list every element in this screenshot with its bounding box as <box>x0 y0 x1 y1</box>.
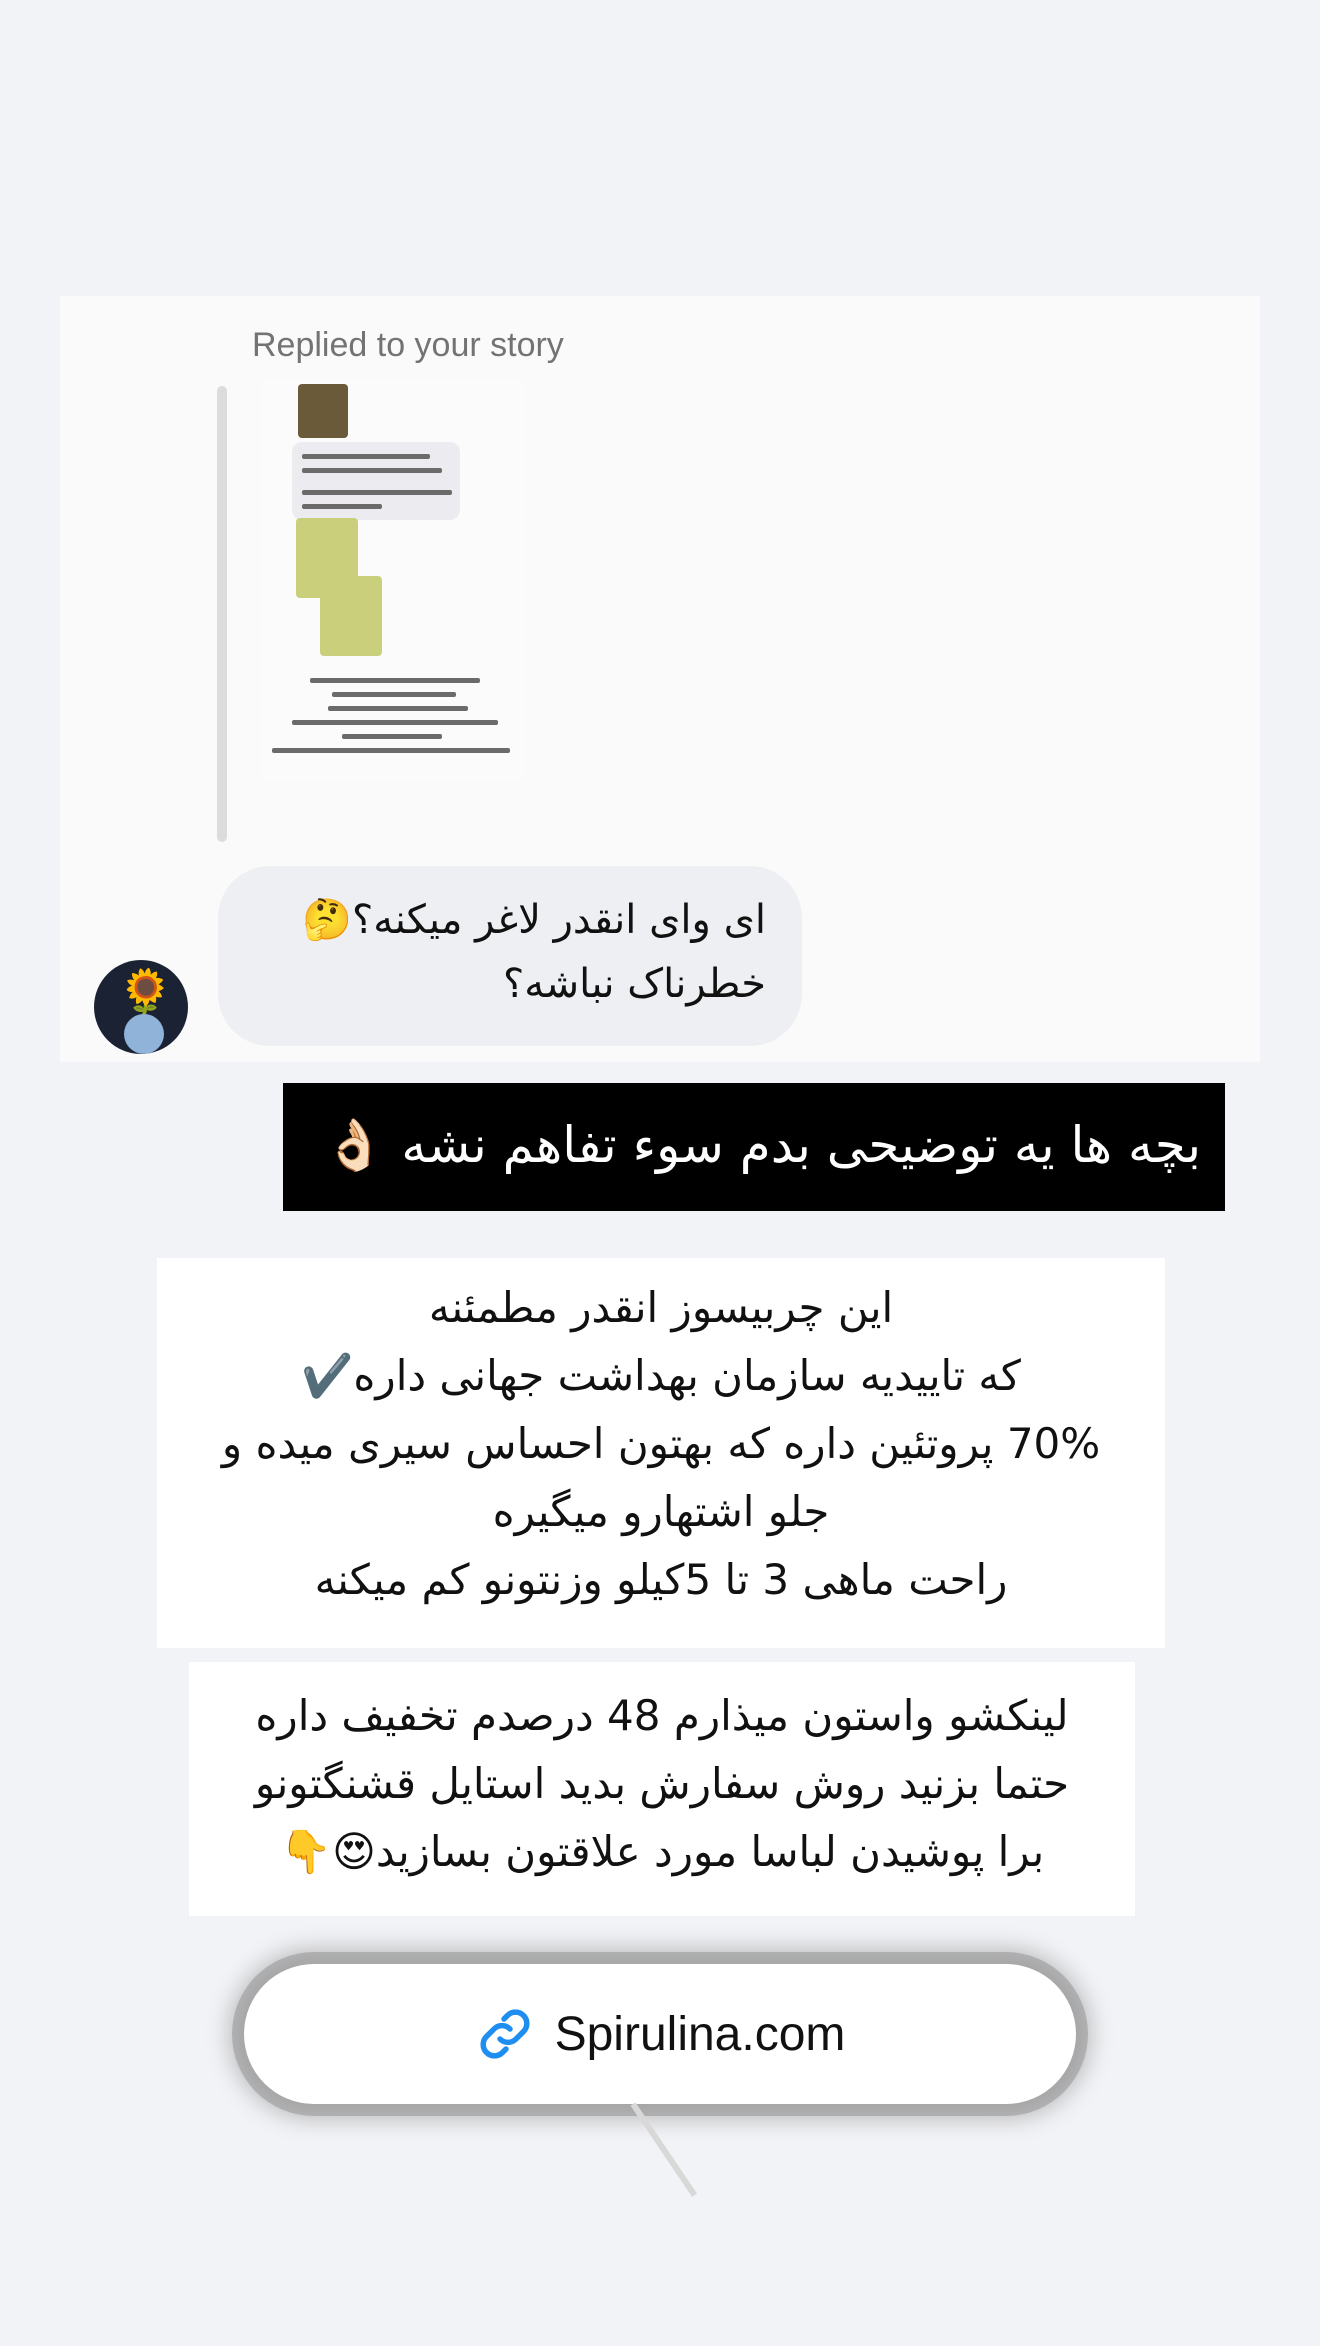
explanation-banner: بچه ها یه توضیحی بدم سوء تفاهم نشه 👌🏻 <box>283 1083 1225 1211</box>
story-preview-line <box>332 692 456 697</box>
message-bubble[interactable]: ای وای انقدر لاغر میکنه؟🤔 خطرناک نباشه؟ <box>218 866 802 1046</box>
info-line: که تاییدیه سازمان بهداشت جهانی داره✔️ <box>301 1351 1021 1400</box>
replied-to-story-label: Replied to your story <box>252 326 564 364</box>
story-preview-line <box>342 734 442 739</box>
story-preview-line <box>272 748 510 753</box>
story-preview-thumbnail[interactable] <box>262 380 524 780</box>
info-line: راحت ماهی 3 تا 5کیلو وزنتونو کم میکنه <box>314 1555 1008 1604</box>
story-preview-line <box>292 720 498 725</box>
story-preview-image <box>320 576 382 656</box>
story-reply-bar <box>217 386 227 842</box>
pointer-line <box>630 2102 697 2197</box>
link-icon <box>480 2009 530 2059</box>
story-preview-line <box>302 490 452 495</box>
link-sticker[interactable]: Spirulina.com <box>244 1964 1076 2104</box>
link-label: Spirulina.com <box>554 2007 846 2061</box>
story-preview-line <box>310 678 480 683</box>
info-text-block: این چربیسوز انقدر مطمئنه که تاییدیه سازم… <box>157 1258 1165 1648</box>
banner-text: بچه ها یه توضیحی بدم سوء تفاهم نشه 👌🏻 <box>323 1116 1201 1174</box>
story-preview-line <box>328 706 468 711</box>
info-line: جلو اشتهارو میگیره <box>492 1487 830 1536</box>
message-text: ای وای انقدر لاغر میکنه؟🤔 خطرناک نباشه؟ <box>302 897 766 1007</box>
avatar-face <box>124 1014 164 1054</box>
promo-line: لینکشو واستون میذارم 48 درصدم تخفیف داره <box>255 1691 1069 1740</box>
info-line: این چربیسوز انقدر مطمئنه <box>428 1283 894 1332</box>
promo-line: حتما بزنید روش سفارش بدید استایل قشنگتون… <box>254 1759 1070 1808</box>
story-preview-image <box>298 384 348 438</box>
story-preview-line <box>302 468 442 473</box>
story-preview-line <box>302 504 382 509</box>
story-preview-line <box>302 454 430 459</box>
sunflower-icon: 🌻 <box>118 967 173 1018</box>
info-line: 70% پروتئین داره که بهتون احساس سیری مید… <box>221 1419 1101 1468</box>
promo-line: برا پوشیدن لباسا مورد علاقتون بسازید😍👇 <box>279 1827 1045 1876</box>
promo-text-block: لینکشو واستون میذارم 48 درصدم تخفیف داره… <box>189 1662 1135 1916</box>
sunflower-avatar[interactable]: 🌻 <box>94 960 188 1054</box>
